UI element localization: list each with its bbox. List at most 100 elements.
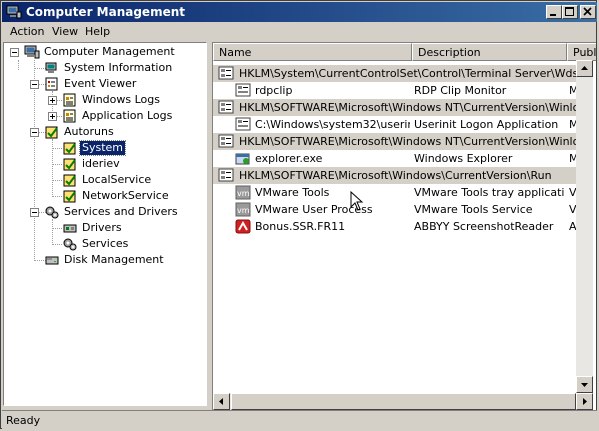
group-row[interactable]: HKLM\SOFTWARE\Microsoft\Windows\CurrentV… [213, 167, 583, 184]
group-row[interactable]: HKLM\System\CurrentControlSet\Control\Te… [213, 65, 583, 82]
arrow-down-icon [581, 383, 588, 387]
registry-icon [218, 66, 234, 80]
event-viewer-icon [45, 77, 58, 91]
tree-pane[interactable]: Computer Management System Information E… [3, 42, 207, 406]
column-publisher[interactable]: Publ [567, 43, 596, 61]
tree-item-autoruns[interactable]: Autoruns [44, 124, 116, 140]
log-icon [63, 109, 76, 123]
menu-view[interactable]: View [52, 25, 78, 38]
group-row[interactable]: HKLM\SOFTWARE\Microsoft\Windows NT\Curre… [213, 99, 583, 116]
table-row[interactable]: vm VMware Tools VMware Tools tray applic… [213, 184, 583, 201]
table-row[interactable]: rdpclip RDP Clip Monitor Micro [213, 82, 583, 99]
row-description: VMware Tools tray application [414, 186, 564, 199]
row-name: Bonus.SSR.FR11 [255, 220, 346, 233]
tree-label: NetworkService [82, 189, 169, 202]
row-description: VMware Tools Service [414, 203, 533, 216]
tree-label: LocalService [82, 173, 152, 186]
collapse-services-and-drivers[interactable] [30, 208, 39, 217]
tree-item-networkservice[interactable]: NetworkService [62, 188, 171, 204]
tree-item-system-information[interactable]: System Information [44, 60, 174, 76]
table-row[interactable]: C:\Windows\system32\userinit... Userinit… [213, 116, 583, 133]
tree-label: Services [82, 237, 129, 250]
tree-item-services[interactable]: Services [62, 236, 130, 252]
group-path: HKLM\SOFTWARE\Microsoft\Windows NT\Curre… [239, 135, 583, 148]
row-name: C:\Windows\system32\userinit... [255, 118, 410, 131]
tree-item-application-logs[interactable]: Application Logs [62, 108, 174, 124]
computer-management-icon [6, 5, 22, 19]
row-name: VMware User Process [255, 203, 373, 216]
tree-label: Event Viewer [64, 77, 137, 90]
tree-label: Services and Drivers [64, 205, 178, 218]
column-description[interactable]: Description [412, 43, 567, 61]
autoruns-icon [63, 142, 76, 155]
arrow-left-icon [219, 398, 223, 405]
disk-icon [45, 256, 59, 265]
svg-text:vm: vm [237, 206, 250, 215]
vmware-icon: vm [235, 202, 251, 217]
tree-label-selected: System [78, 140, 127, 156]
tree-item-ideriev[interactable]: ideriev [62, 156, 122, 172]
autoruns-icon [45, 126, 58, 139]
list-pane[interactable]: Name Description Publ HKLM\System\Curren… [212, 42, 596, 410]
arrow-right-icon [583, 398, 587, 405]
tree-label: Drivers [82, 221, 122, 234]
registry-icon [218, 168, 234, 182]
status-text: Ready [6, 414, 41, 427]
registry-icon [218, 134, 234, 148]
scroll-right-button[interactable] [576, 393, 593, 410]
mouse-cursor-icon [350, 191, 364, 211]
tree-item-disk-management[interactable]: Disk Management [44, 252, 166, 268]
table-row[interactable]: Bonus.SSR.FR11 ABBYY ScreenshotReader AB… [213, 218, 583, 235]
tree-item-event-viewer[interactable]: Event Viewer [44, 76, 138, 92]
menu-action[interactable]: Action [10, 25, 44, 38]
menu-bar: Action View Help [2, 22, 597, 41]
maximize-button[interactable] [562, 5, 578, 19]
collapse-event-viewer[interactable] [30, 80, 39, 89]
app-icon [235, 83, 251, 97]
explorer-icon [235, 153, 250, 165]
column-header: Name Description Publ [213, 43, 596, 61]
services-icon [63, 238, 77, 251]
system-info-icon [45, 62, 57, 73]
table-row[interactable]: explorer.exe Windows Explorer Micro [213, 150, 583, 167]
tree-item-system[interactable]: System [62, 140, 127, 156]
scroll-left-button[interactable] [213, 393, 230, 410]
title-bar[interactable]: Computer Management [2, 2, 597, 22]
scroll-down-button[interactable] [576, 376, 593, 393]
horizontal-scrollbar[interactable] [213, 393, 576, 410]
tree-label: Application Logs [82, 109, 173, 122]
tree-label: Autoruns [64, 125, 114, 138]
table-row[interactable]: vm VMware User Process VMware Tools Serv… [213, 201, 583, 218]
group-path: HKLM\SOFTWARE\Microsoft\Windows NT\Curre… [239, 101, 583, 114]
scroll-thumb[interactable] [231, 393, 576, 410]
expand-application-logs[interactable] [48, 112, 57, 121]
autoruns-icon [63, 174, 76, 187]
window-title: Computer Management [26, 5, 185, 19]
tree-item-localservice[interactable]: LocalService [62, 172, 153, 188]
minimize-button[interactable] [546, 5, 562, 19]
scroll-up-button[interactable] [576, 60, 593, 77]
tree-item-windows-logs[interactable]: Windows Logs [62, 92, 162, 108]
maximize-icon [565, 7, 574, 16]
tree-item-services-and-drivers[interactable]: Services and Drivers [44, 204, 180, 220]
group-path: HKLM\SOFTWARE\Microsoft\Windows\CurrentV… [239, 169, 552, 182]
vmware-icon: vm [235, 185, 251, 200]
column-name[interactable]: Name [213, 43, 412, 61]
registry-icon [218, 100, 234, 114]
tree-item-computer-management[interactable]: Computer Management [24, 44, 177, 60]
menu-help[interactable]: Help [85, 25, 110, 38]
collapse-computer-management[interactable] [10, 48, 19, 57]
group-row[interactable]: HKLM\SOFTWARE\Microsoft\Windows NT\Curre… [213, 133, 583, 150]
close-button[interactable] [580, 5, 596, 19]
tree-label: ideriev [82, 157, 120, 170]
app-icon [235, 117, 251, 131]
collapse-autoruns[interactable] [30, 128, 39, 137]
tree-label: Computer Management [44, 45, 175, 58]
status-bar: Ready [2, 410, 597, 430]
services-icon [45, 206, 59, 219]
computer-icon [24, 45, 40, 59]
tree-item-drivers[interactable]: Drivers [62, 220, 124, 236]
vertical-scrollbar[interactable] [576, 60, 593, 393]
expand-windows-logs[interactable] [48, 96, 57, 105]
log-icon [63, 93, 76, 107]
